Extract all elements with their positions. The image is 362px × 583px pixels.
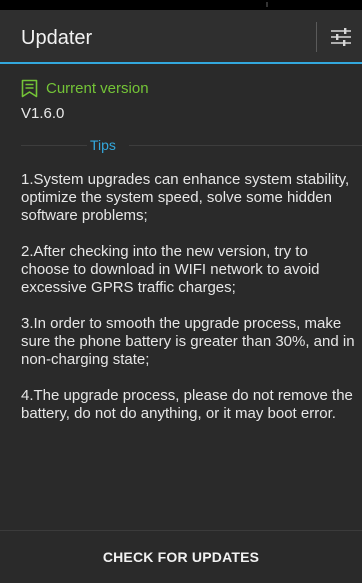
content-area: Current version V1.6.0 Tips 1.System upg… [0, 64, 362, 530]
check-for-updates-button[interactable]: CHECK FOR UPDATES [0, 531, 362, 583]
updater-screen: Updater Current version V1.6.0 Tips 1.Sy… [0, 0, 362, 583]
tip-item: 2.After checking into the new version, t… [21, 243, 320, 296]
current-version-header: Current version [21, 79, 149, 98]
tip-item: 3.In order to smooth the upgrade process… [21, 315, 355, 368]
tips-divider: Tips [21, 136, 362, 156]
settings-button[interactable] [323, 22, 359, 52]
tips-list: 1.System upgrades can enhance system sta… [21, 171, 359, 441]
sliders-icon [331, 28, 351, 46]
app-bar: Updater [0, 10, 362, 64]
tip-item: 4.The upgrade process, please do not rem… [21, 387, 353, 422]
tips-label: Tips [90, 137, 116, 153]
tips-line-right [129, 145, 362, 146]
app-title: Updater [21, 27, 93, 49]
tips-line-left [21, 145, 87, 146]
status-bar-indicator [266, 2, 268, 7]
app-bar-divider [316, 22, 317, 52]
document-flag-icon [21, 79, 38, 98]
tip-item: 1.System upgrades can enhance system sta… [21, 171, 350, 224]
status-bar [0, 0, 362, 10]
version-value: V1.6.0 [21, 105, 65, 122]
current-version-label: Current version [46, 80, 149, 97]
